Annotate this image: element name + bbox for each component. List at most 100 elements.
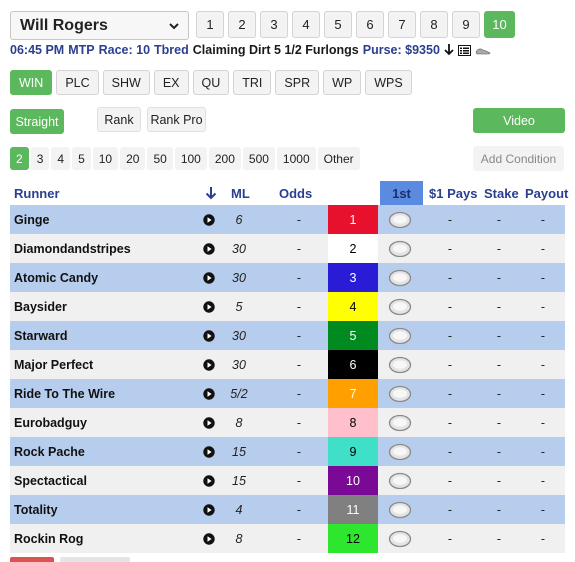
table-row: Atomic Candy 30 - 3 - - - (10, 263, 565, 292)
header-odds[interactable]: Odds (279, 181, 312, 205)
select-first-toggle[interactable] (388, 524, 412, 553)
bottom-grey-button[interactable] (60, 557, 130, 562)
select-first-toggle[interactable] (388, 495, 412, 524)
runner-name[interactable]: Atomic Candy (14, 263, 98, 292)
count-tab[interactable]: 100 (174, 147, 207, 170)
select-first-toggle[interactable] (388, 321, 412, 350)
play-icon[interactable] (203, 495, 217, 524)
saddle-cloth: 9 (328, 437, 378, 466)
runner-name[interactable]: Starward (14, 321, 68, 350)
odds-value: - (296, 241, 302, 256)
payout-value: - (540, 473, 546, 488)
rank-button[interactable]: Rank (97, 107, 141, 132)
odds-value: - (296, 531, 302, 546)
play-icon[interactable] (203, 263, 217, 292)
mtp-label: MTP (68, 43, 95, 57)
track-select[interactable]: Will Rogers (10, 11, 189, 40)
play-icon[interactable] (203, 379, 217, 408)
header-ml[interactable]: ML (231, 181, 250, 205)
stake-value: - (496, 386, 502, 401)
runner-name[interactable]: Rock Pache (14, 437, 85, 466)
select-first-toggle[interactable] (388, 234, 412, 263)
add-condition-button[interactable]: Add Condition (473, 146, 564, 171)
select-first-toggle[interactable] (388, 437, 412, 466)
bet-type-tab[interactable]: EX (153, 70, 189, 95)
header-stake: Stake (484, 185, 519, 201)
count-tab[interactable]: 2 (10, 147, 29, 170)
race-tab[interactable]: 1 (196, 11, 224, 38)
runner-name[interactable]: Eurobadguy (14, 408, 87, 437)
rank-pro-button[interactable]: Rank Pro (147, 107, 206, 132)
count-tab[interactable]: 4 (51, 147, 71, 170)
runner-name[interactable]: Ride To The Wire (14, 379, 115, 408)
runner-name[interactable]: Ginge (14, 205, 49, 234)
race-tab[interactable]: 4 (292, 11, 320, 38)
bet-type-tab[interactable]: SHW (102, 70, 150, 95)
bet-type-tab[interactable]: QU (192, 70, 230, 95)
arrow-down-icon[interactable] (444, 44, 454, 56)
straight-button[interactable]: Straight (10, 109, 64, 134)
count-tab[interactable]: Other (317, 147, 360, 170)
race-tab[interactable]: 5 (324, 11, 352, 38)
play-icon[interactable] (203, 321, 217, 350)
count-tab[interactable]: 50 (147, 147, 173, 170)
race-tab[interactable]: 10 (484, 11, 515, 38)
runner-name[interactable]: Rockin Rog (14, 524, 83, 553)
count-tab[interactable]: 5 (72, 147, 91, 170)
bet-type-tab[interactable]: WIN (10, 70, 53, 95)
play-icon[interactable] (203, 408, 217, 437)
bet-type-tab[interactable]: PLC (56, 70, 99, 95)
select-first-toggle[interactable] (388, 466, 412, 495)
runner-name[interactable]: Diamondandstripes (14, 234, 131, 263)
select-first-toggle[interactable] (388, 350, 412, 379)
sort-arrow-down-icon[interactable] (205, 186, 217, 200)
select-first-toggle[interactable] (388, 292, 412, 321)
race-tab[interactable]: 7 (388, 11, 416, 38)
select-first-toggle[interactable] (388, 408, 412, 437)
pays-value: - (447, 299, 453, 314)
table-row: Baysider 5 - 4 - - - (10, 292, 565, 321)
count-tab[interactable]: 10 (92, 147, 119, 170)
race-tab[interactable]: 3 (260, 11, 288, 38)
header-first[interactable]: 1st (380, 181, 423, 205)
count-tab[interactable]: 500 (242, 147, 275, 170)
pays-value: - (447, 415, 453, 430)
select-first-toggle[interactable] (388, 205, 412, 234)
race-tab[interactable]: 8 (420, 11, 448, 38)
pays-value: - (447, 531, 453, 546)
header-payout: Payout (525, 185, 569, 201)
track-name: Will Rogers (20, 16, 108, 34)
bet-type-tab[interactable]: WP (323, 70, 362, 95)
shoe-icon[interactable] (475, 45, 491, 55)
select-first-toggle[interactable] (388, 379, 412, 408)
play-icon[interactable] (203, 234, 217, 263)
header-runner[interactable]: Runner (14, 181, 60, 205)
play-icon[interactable] (203, 466, 217, 495)
play-icon[interactable] (203, 350, 217, 379)
saddle-cloth: 2 (328, 234, 378, 263)
bet-type-tab[interactable]: TRI (233, 70, 272, 95)
runner-name[interactable]: Totality (14, 495, 58, 524)
bet-type-tab[interactable]: SPR (275, 70, 320, 95)
bottom-red-button[interactable] (10, 557, 54, 562)
play-icon[interactable] (203, 292, 217, 321)
count-tab[interactable]: 200 (208, 147, 241, 170)
race-tab[interactable]: 6 (356, 11, 384, 38)
play-icon[interactable] (203, 205, 217, 234)
runner-name[interactable]: Baysider (14, 292, 67, 321)
select-first-toggle[interactable] (388, 263, 412, 292)
payout-value: - (540, 241, 546, 256)
race-tab[interactable]: 2 (228, 11, 256, 38)
runner-name[interactable]: Major Perfect (14, 350, 93, 379)
count-tab[interactable]: 1000 (276, 147, 316, 170)
play-icon[interactable] (203, 524, 217, 553)
bet-type-tab[interactable]: WPS (365, 70, 412, 95)
stake-value: - (496, 241, 502, 256)
play-icon[interactable] (203, 437, 217, 466)
count-tab[interactable]: 20 (120, 147, 146, 170)
video-button[interactable]: Video (473, 108, 565, 133)
race-tab[interactable]: 9 (452, 11, 480, 38)
count-tab[interactable]: 3 (30, 147, 50, 170)
runner-name[interactable]: Spectactical (14, 466, 87, 495)
list-icon[interactable] (457, 44, 471, 56)
